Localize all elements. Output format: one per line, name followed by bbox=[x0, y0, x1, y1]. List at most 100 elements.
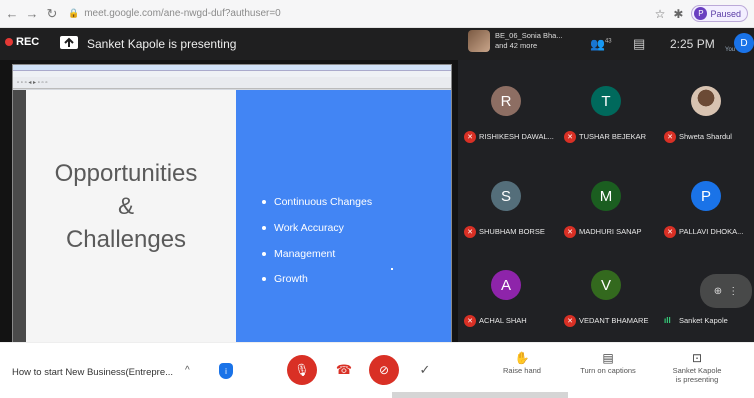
participant-name: TUSHAR BEJEKAR bbox=[579, 132, 647, 141]
people-icon[interactable]: 👥43 bbox=[590, 36, 612, 51]
presentation-icon bbox=[60, 36, 78, 49]
url-text: meet.google.com/ane-nwgd-duf?authuser=0 bbox=[84, 8, 281, 19]
participant-name: ACHAL SHAH bbox=[479, 316, 527, 325]
profile-status: Paused bbox=[710, 8, 741, 19]
bullet-text: Growth bbox=[274, 273, 308, 285]
bullet-dot-icon bbox=[262, 200, 266, 204]
mic-off-icon: ✕ bbox=[464, 226, 476, 238]
forward-arrow-icon[interactable]: → bbox=[24, 6, 40, 21]
profile-avatar: P bbox=[694, 7, 708, 20]
bullet-dot-icon bbox=[262, 226, 266, 230]
extensions-icon[interactable]: ✱ bbox=[673, 7, 683, 21]
mic-off-icon: ✕ bbox=[564, 131, 576, 143]
participant-tile[interactable]: M ✕ MADHURI SANAP bbox=[558, 175, 654, 257]
toolbar-glyphs-icon: ▫ ▫ ▫ ◂ ▸ ▫ ▫ ▫ bbox=[17, 80, 48, 86]
mic-off-button[interactable]: 🎙 bbox=[287, 355, 317, 385]
captions-label: Turn on captions bbox=[580, 366, 636, 375]
shared-screen-window: ▫ ▫ ▫ ◂ ▸ ▫ ▫ ▫ Opportunities & Challeng… bbox=[12, 64, 452, 343]
participant-name: Sanket Kapole bbox=[679, 316, 728, 325]
reload-icon[interactable]: ↻ bbox=[44, 6, 60, 22]
participant-tile[interactable]: ✕ Shweta Shardul bbox=[658, 80, 754, 162]
hang-up-icon: ☎ bbox=[335, 362, 353, 377]
hand-icon: ✋ bbox=[514, 351, 530, 365]
participant-grid: R ✕ RISHIKESH DAWAL... T ✕ TUSHAR BEJEKA… bbox=[458, 60, 754, 342]
bullet-text: Management bbox=[274, 248, 336, 260]
self-label: You bbox=[725, 47, 736, 53]
slide-right-panel: Continuous Changes Work Accuracy Managem… bbox=[236, 90, 451, 342]
chevron-up-icon[interactable]: ^ bbox=[185, 365, 190, 376]
bullet-dot-icon bbox=[262, 277, 266, 281]
slide-left-panel: Opportunities & Challenges bbox=[26, 90, 236, 342]
participant-avatar: M bbox=[591, 181, 621, 211]
recording-indicator: REC bbox=[5, 36, 39, 48]
present-screen-icon: ⊡ bbox=[691, 351, 703, 365]
raise-hand-label: Raise hand bbox=[503, 366, 541, 375]
participant-avatar: R bbox=[491, 86, 521, 116]
participant-name: SHUBHAM BORSE bbox=[479, 227, 545, 236]
presenter-info-button[interactable]: ⊡ Sanket Kapole is presenting bbox=[661, 351, 733, 384]
meeting-controls-bar: How to start New Business(Entrepre... ^ … bbox=[0, 342, 754, 398]
bullet-item: Management bbox=[262, 248, 335, 260]
bullet-item: Work Accuracy bbox=[262, 222, 344, 234]
participant-thumbnail bbox=[468, 30, 490, 52]
participants-more: and 42 more bbox=[495, 41, 538, 50]
shield-icon[interactable]: i bbox=[219, 363, 233, 379]
bullet-item: Growth bbox=[262, 273, 308, 285]
participant-avatar: P bbox=[691, 181, 721, 211]
participant-tile[interactable]: V ✕ VEDANT BHAMARE bbox=[558, 264, 654, 346]
present-now-button[interactable]: ✓ bbox=[410, 355, 440, 385]
participant-name: Shweta Shardul bbox=[679, 132, 732, 141]
camera-off-icon: ⊘ bbox=[378, 363, 390, 377]
more-options-icon[interactable]: ⋮ bbox=[728, 286, 738, 297]
raise-hand-button[interactable]: ✋ Raise hand bbox=[486, 351, 558, 375]
scroll-indicator bbox=[392, 392, 568, 398]
participant-avatar: V bbox=[591, 270, 621, 300]
meet-top-bar: REC Sanket Kapole is presenting BE_06_So… bbox=[0, 28, 754, 60]
presenter-status: is presenting bbox=[675, 375, 719, 384]
captions-icon: ▤ bbox=[602, 351, 614, 365]
bullet-item: Continuous Changes bbox=[262, 196, 372, 208]
meeting-clock: 2:25 PM bbox=[670, 37, 715, 51]
participant-tile[interactable]: S ✕ SHUBHAM BORSE bbox=[458, 175, 554, 257]
bullet-text: Work Accuracy bbox=[274, 222, 344, 234]
pin-icon[interactable]: ⊕ bbox=[714, 286, 722, 297]
participant-tile[interactable]: P ✕ PALLAVI DHOKA... bbox=[658, 175, 754, 257]
participant-tile[interactable]: A ✕ ACHAL SHAH bbox=[458, 264, 554, 346]
leave-call-button[interactable]: ☎ bbox=[329, 355, 359, 385]
lock-icon: 🔒 bbox=[68, 8, 80, 18]
slide: Opportunities & Challenges Continuous Ch… bbox=[26, 90, 451, 342]
mic-off-icon: ✕ bbox=[464, 315, 476, 327]
mic-off-icon: ✕ bbox=[664, 131, 676, 143]
participant-tile[interactable]: T ✕ TUSHAR BEJEKAR bbox=[558, 80, 654, 162]
participant-name: VEDANT BHAMARE bbox=[579, 316, 649, 325]
speaking-indicator-icon: ıll bbox=[664, 316, 671, 325]
mic-off-icon: 🎙 bbox=[294, 363, 310, 377]
mic-off-icon: ✕ bbox=[464, 131, 476, 143]
people-count: 43 bbox=[604, 38, 612, 45]
rec-label: REC bbox=[16, 36, 40, 48]
participants-first: BE_06_Sonia Bha... bbox=[495, 31, 563, 40]
meeting-title[interactable]: How to start New Business(Entrepre... bbox=[12, 367, 173, 378]
participant-avatar: T bbox=[591, 86, 621, 116]
address-bar[interactable]: 🔒 meet.google.com/ane-nwgd-duf?authuser=… bbox=[68, 8, 281, 19]
mouse-pointer bbox=[391, 268, 393, 270]
participant-tile[interactable]: R ✕ RISHIKESH DAWAL... bbox=[458, 80, 554, 162]
chat-icon[interactable]: ▤ bbox=[633, 36, 645, 52]
self-avatar[interactable]: D bbox=[734, 33, 754, 53]
tile-hover-controls[interactable]: ⊕ ⋮ bbox=[700, 274, 752, 308]
participant-photo bbox=[691, 86, 721, 116]
presenter-name: Sanket Kapole bbox=[672, 366, 722, 375]
profile-button[interactable]: P Paused bbox=[691, 5, 748, 22]
star-icon[interactable]: ☆ bbox=[655, 7, 666, 21]
camera-off-button[interactable]: ⊘ bbox=[369, 355, 399, 385]
mic-off-icon: ✕ bbox=[564, 226, 576, 238]
participants-summary[interactable]: BE_06_Sonia Bha... and 42 more bbox=[468, 30, 563, 52]
back-arrow-icon[interactable]: ← bbox=[4, 6, 20, 21]
viewer-sidebar bbox=[13, 90, 26, 343]
participant-avatar: A bbox=[491, 270, 521, 300]
slide-title-line: Challenges bbox=[65, 226, 187, 253]
presenting-banner: Sanket Kapole is presenting bbox=[87, 37, 237, 51]
captions-button[interactable]: ▤ Turn on captions bbox=[572, 351, 644, 375]
slide-title: Opportunities & Challenges bbox=[26, 157, 226, 256]
bullet-text: Continuous Changes bbox=[274, 196, 373, 208]
